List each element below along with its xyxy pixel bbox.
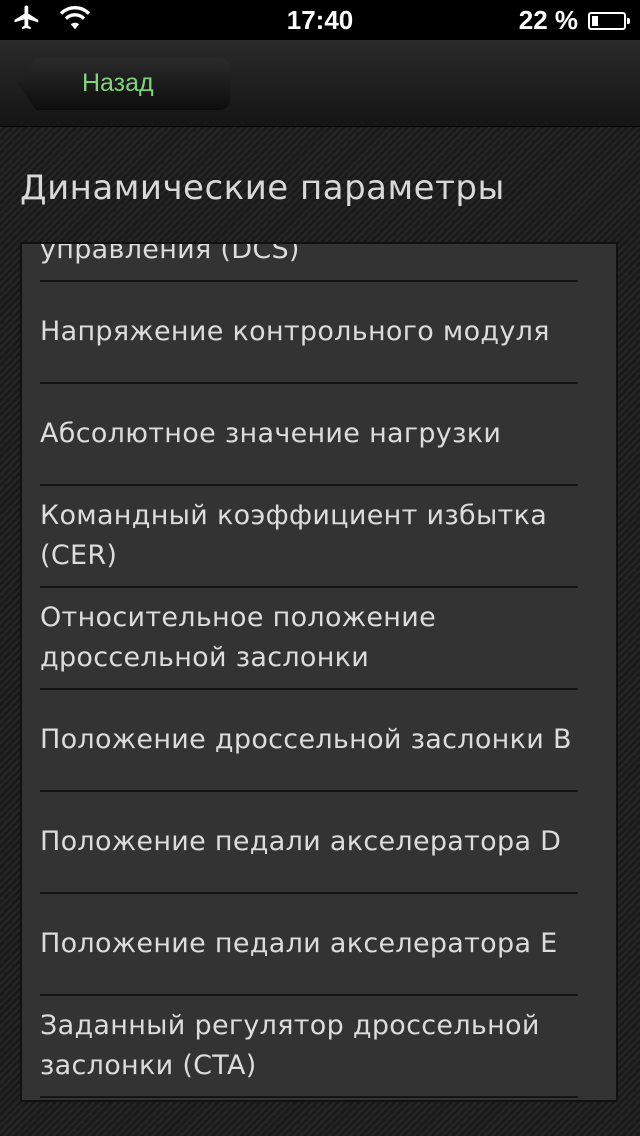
- list-item[interactable]: управления (DCS): [40, 242, 578, 282]
- list-item[interactable]: Положение педали акселератора E: [40, 894, 578, 996]
- status-right: 22 %: [518, 5, 630, 36]
- navigation-bar: Назад: [0, 40, 640, 127]
- list-item[interactable]: Положение дроссельной заслонки B: [40, 690, 578, 792]
- section-title: Динамические параметры: [20, 168, 505, 208]
- list-item[interactable]: Командный коэффициент избытка (CER): [40, 486, 578, 588]
- list-item[interactable]: Положение педали акселератора D: [40, 792, 578, 894]
- list-item[interactable]: Относительное положение дроссельной засл…: [40, 588, 578, 690]
- parameter-list-content: управления (DCS) Напряжение контрольного…: [22, 242, 616, 1098]
- list-item-label: Напряжение контрольного модуля: [40, 316, 550, 347]
- list-item-label: Относительное положение дроссельной засл…: [40, 602, 437, 673]
- list-item-label: Абсолютное значение нагрузки: [40, 418, 502, 449]
- list-item-label: Заданный регулятор дроссельной заслонки …: [40, 1010, 540, 1081]
- list-item[interactable]: Абсолютное значение нагрузки: [40, 384, 578, 486]
- list-item-label: Положение дроссельной заслонки B: [40, 724, 572, 755]
- parameter-list[interactable]: управления (DCS) Напряжение контрольного…: [20, 242, 618, 1102]
- battery-percent: 22 %: [518, 5, 578, 35]
- list-item-label: Командный коэффициент избытка (CER): [40, 500, 548, 571]
- battery-icon: [588, 11, 630, 30]
- list-item-label: управления (DCS): [40, 242, 300, 265]
- back-button-label: Назад: [82, 69, 154, 97]
- status-bar: 17:40 22 %: [0, 0, 640, 40]
- list-item[interactable]: Заданный регулятор дроссельной заслонки …: [40, 996, 578, 1098]
- list-item-label: Положение педали акселератора E: [40, 928, 558, 959]
- list-item-label: Положение педали акселератора D: [40, 826, 562, 857]
- list-item[interactable]: Напряжение контрольного модуля: [40, 282, 578, 384]
- back-button[interactable]: Назад: [18, 58, 230, 110]
